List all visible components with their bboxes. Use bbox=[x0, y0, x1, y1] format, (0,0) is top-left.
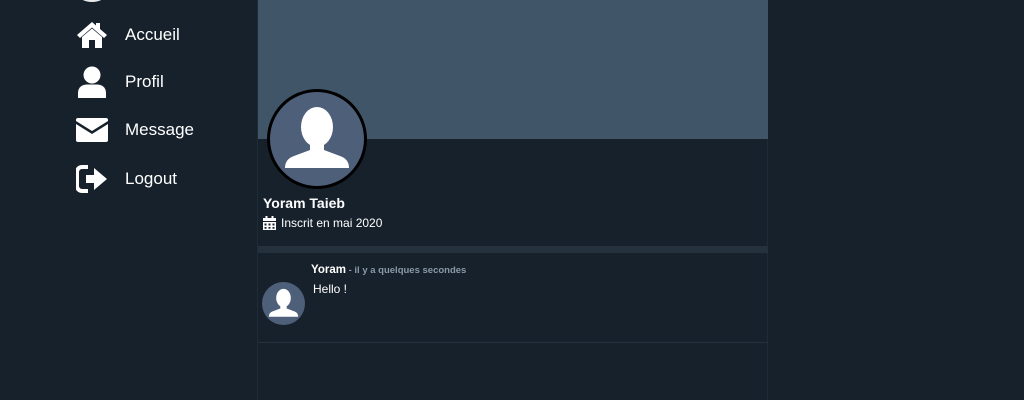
joined-text: Inscrit en mai 2020 bbox=[281, 216, 383, 230]
profile-name: Yoram Taieb bbox=[263, 195, 345, 211]
joined-date: Inscrit en mai 2020 bbox=[263, 216, 382, 230]
nav-item-accueil[interactable]: Accueil bbox=[76, 18, 180, 52]
nav-item-logout[interactable]: Logout bbox=[76, 162, 177, 196]
tweet-text: Hello ! bbox=[313, 282, 348, 296]
nav-label: Logout bbox=[125, 169, 177, 188]
tweet-item[interactable]: Yoram - il y a quelques secondes Hello ! bbox=[258, 253, 769, 343]
home-icon bbox=[76, 19, 108, 51]
nav-label: Message bbox=[125, 120, 194, 139]
top-partial-icon bbox=[78, 0, 106, 2]
profile-main: Yoram Taieb Inscrit en mai 2020 Yoram - … bbox=[257, 0, 769, 400]
section-divider bbox=[258, 246, 769, 253]
tweet-author[interactable]: Yoram bbox=[311, 264, 346, 276]
calendar-icon bbox=[263, 216, 276, 230]
tweet-header: Yoram - il y a quelques secondes bbox=[311, 264, 466, 276]
default-user-icon bbox=[285, 107, 349, 168]
nav-item-message[interactable]: Message bbox=[76, 113, 194, 147]
right-column bbox=[768, 0, 1024, 400]
user-icon bbox=[76, 66, 108, 98]
tweet-avatar[interactable] bbox=[262, 282, 305, 325]
envelope-icon bbox=[76, 114, 108, 146]
logout-icon bbox=[76, 163, 108, 195]
profile-avatar[interactable] bbox=[267, 89, 367, 189]
nav-label: Accueil bbox=[125, 25, 180, 44]
tweet-time: il y a quelques secondes bbox=[354, 265, 467, 276]
nav-label: Profil bbox=[125, 72, 164, 91]
default-user-icon bbox=[268, 288, 299, 317]
sidebar: Accueil Profil Message Logout bbox=[0, 0, 257, 400]
nav-item-profil[interactable]: Profil bbox=[76, 65, 164, 99]
